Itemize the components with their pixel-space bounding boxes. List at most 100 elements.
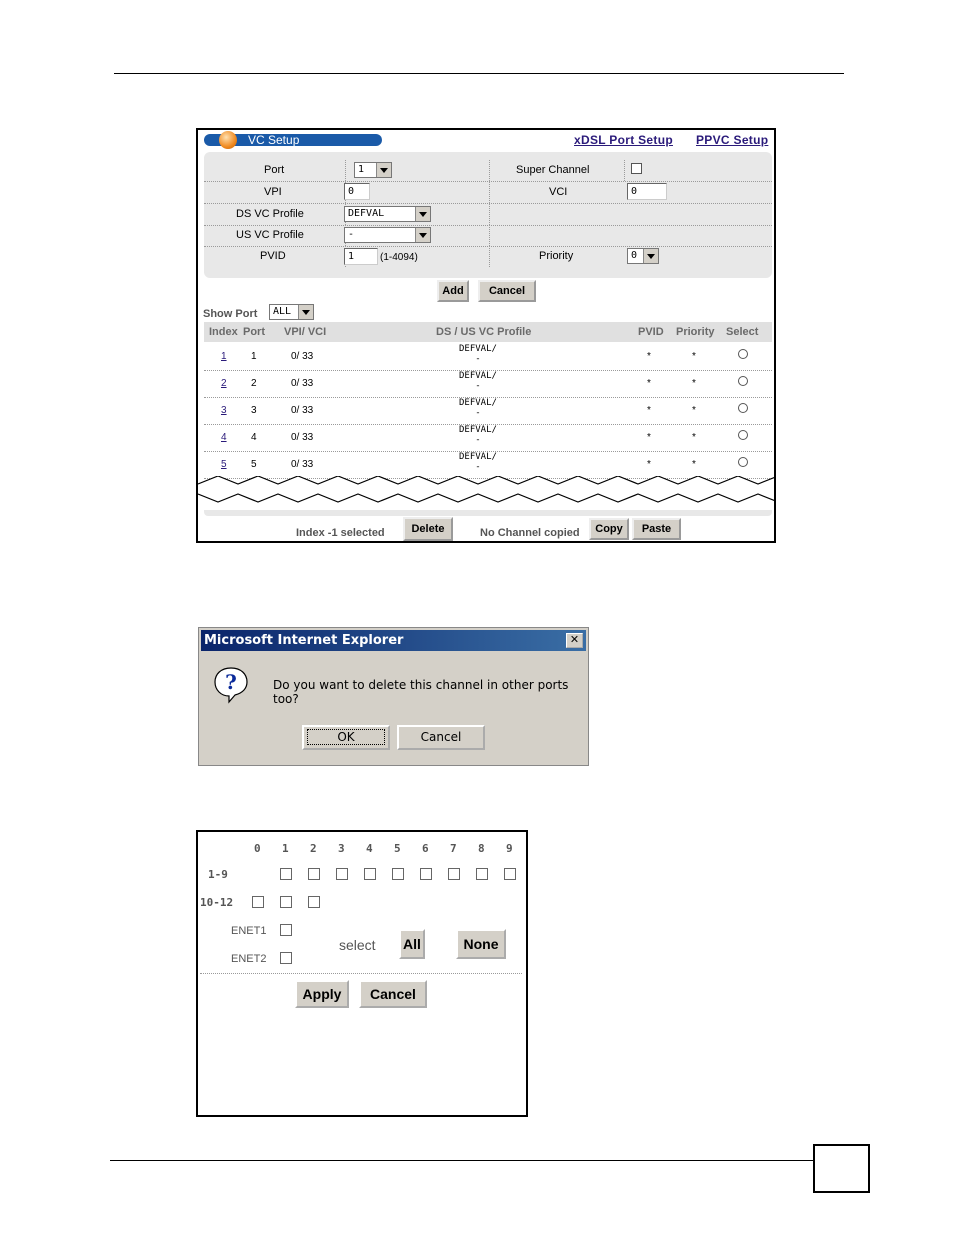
port-checkbox-11[interactable] <box>280 896 292 908</box>
ppvc-setup-link[interactable]: PPVC Setup <box>696 133 768 147</box>
col-num-6: 6 <box>422 842 429 855</box>
port-checkbox-9[interactable] <box>504 868 516 880</box>
row-profile: DEFVAL/- <box>459 398 497 418</box>
col-pvid: PVID <box>638 326 664 338</box>
pvid-range: (1-4094) <box>380 252 418 263</box>
row-vpi-vci: 0/ 33 <box>291 432 314 443</box>
table-bottom-bar <box>204 510 772 516</box>
apply-button[interactable]: Apply <box>295 980 349 1008</box>
priority-select-value: 0 <box>631 250 638 261</box>
row-priority: * <box>692 459 696 470</box>
select-all-button[interactable]: All <box>399 929 425 959</box>
port-checkbox-1[interactable] <box>280 868 292 880</box>
row-port: 3 <box>251 405 257 416</box>
us-profile-label: US VC Profile <box>236 229 304 241</box>
port-select[interactable]: 1 <box>354 162 392 178</box>
row-select-radio[interactable] <box>738 403 748 413</box>
row-port: 4 <box>251 432 257 443</box>
super-channel-checkbox[interactable] <box>631 163 642 174</box>
row-index-link[interactable]: 4 <box>221 432 227 443</box>
row-vpi-vci: 0/ 33 <box>291 459 314 470</box>
port-cancel-button[interactable]: Cancel <box>359 980 427 1008</box>
col-num-5: 5 <box>394 842 401 855</box>
ds-profile-select[interactable]: DEFVAL <box>344 206 431 222</box>
col-num-3: 3 <box>338 842 345 855</box>
port-checkbox-4[interactable] <box>364 868 376 880</box>
show-port-select[interactable]: ALL <box>269 304 314 320</box>
row-select-radio[interactable] <box>738 457 748 467</box>
row-ds-profile: DEFVAL/ <box>459 425 497 435</box>
table-row: 1 1 0/ 33 DEFVAL/- * * <box>204 343 772 371</box>
select-none-button[interactable]: None <box>456 929 506 959</box>
super-channel-label: Super Channel <box>516 164 590 176</box>
row-ds-profile: DEFVAL/ <box>459 344 497 354</box>
row-index-link[interactable]: 2 <box>221 378 227 389</box>
row-select-radio[interactable] <box>738 376 748 386</box>
port-checkbox-6[interactable] <box>420 868 432 880</box>
col-num-4: 4 <box>366 842 373 855</box>
col-num-8: 8 <box>478 842 485 855</box>
confirm-dialog: Microsoft Internet Explorer ✕ ? Do you w… <box>198 627 589 766</box>
row-select-radio[interactable] <box>738 430 748 440</box>
table-row: 4 4 0/ 33 DEFVAL/- * * <box>204 424 772 452</box>
dialog-title-bar: Microsoft Internet Explorer ✕ <box>201 630 586 651</box>
chevron-down-icon <box>298 305 313 319</box>
row-index-link[interactable]: 5 <box>221 459 227 470</box>
row-select-radio[interactable] <box>738 349 748 359</box>
ok-button[interactable]: OK <box>302 725 390 750</box>
port-checkbox-3[interactable] <box>336 868 348 880</box>
chevron-down-icon <box>376 163 391 177</box>
us-profile-select[interactable]: - <box>344 227 431 243</box>
form-row-us-profile: US VC Profile - <box>204 225 772 247</box>
question-icon: ? <box>214 667 248 704</box>
dialog-cancel-button[interactable]: Cancel <box>397 725 485 750</box>
xdsl-port-setup-link[interactable]: xDSL Port Setup <box>574 133 673 147</box>
port-checkbox-10[interactable] <box>252 896 264 908</box>
row-index-link[interactable]: 1 <box>221 351 227 362</box>
copy-button[interactable]: Copy <box>589 518 629 540</box>
row-us-profile: - <box>475 462 481 472</box>
row-pvid: * <box>647 405 651 416</box>
close-icon[interactable]: ✕ <box>566 633 583 648</box>
row-pvid: * <box>647 378 651 389</box>
table-row: 5 5 0/ 33 DEFVAL/- * * <box>204 451 772 479</box>
row-profile: DEFVAL/- <box>459 425 497 445</box>
paste-button[interactable]: Paste <box>632 518 681 540</box>
ds-profile-label: DS VC Profile <box>236 208 304 220</box>
col-num-2: 2 <box>310 842 317 855</box>
port-checkbox-7[interactable] <box>448 868 460 880</box>
row-index-link[interactable]: 3 <box>221 405 227 416</box>
port-checkbox-12[interactable] <box>308 896 320 908</box>
priority-select[interactable]: 0 <box>627 248 659 264</box>
form-row-port: Port 1 Super Channel <box>204 160 772 182</box>
pvid-input[interactable]: 1 <box>344 248 378 265</box>
enet2-checkbox[interactable] <box>280 952 292 964</box>
ds-profile-value: DEFVAL <box>348 208 385 219</box>
cancel-button[interactable]: Cancel <box>478 280 536 302</box>
dialog-message: Do you want to delete this channel in ot… <box>273 678 569 706</box>
header-rule <box>114 73 844 74</box>
port-checkbox-2[interactable] <box>308 868 320 880</box>
row-pvid: * <box>647 459 651 470</box>
row-us-profile: - <box>475 354 481 364</box>
port-select-value: 1 <box>358 164 365 175</box>
form-row-ds-profile: DS VC Profile DEFVAL <box>204 204 772 226</box>
row-port: 5 <box>251 459 257 470</box>
delete-button[interactable]: Delete <box>403 517 453 541</box>
port-checkbox-5[interactable] <box>392 868 404 880</box>
separator <box>200 973 522 974</box>
vc-setup-title: VC Setup <box>248 133 300 147</box>
row-label-1-9: 1-9 <box>208 868 228 881</box>
port-checkbox-8[interactable] <box>476 868 488 880</box>
vci-input[interactable]: 0 <box>627 183 667 200</box>
col-num-1: 1 <box>282 842 289 855</box>
row-profile: DEFVAL/- <box>459 344 497 364</box>
svg-text:?: ? <box>225 670 237 694</box>
vpi-input[interactable]: 0 <box>344 183 370 200</box>
enet1-checkbox[interactable] <box>280 924 292 936</box>
selected-status: Index -1 selected <box>296 527 385 539</box>
row-port: 1 <box>251 351 257 362</box>
col-priority: Priority <box>676 326 715 338</box>
add-button[interactable]: Add <box>437 280 469 302</box>
port-label: Port <box>264 164 285 176</box>
